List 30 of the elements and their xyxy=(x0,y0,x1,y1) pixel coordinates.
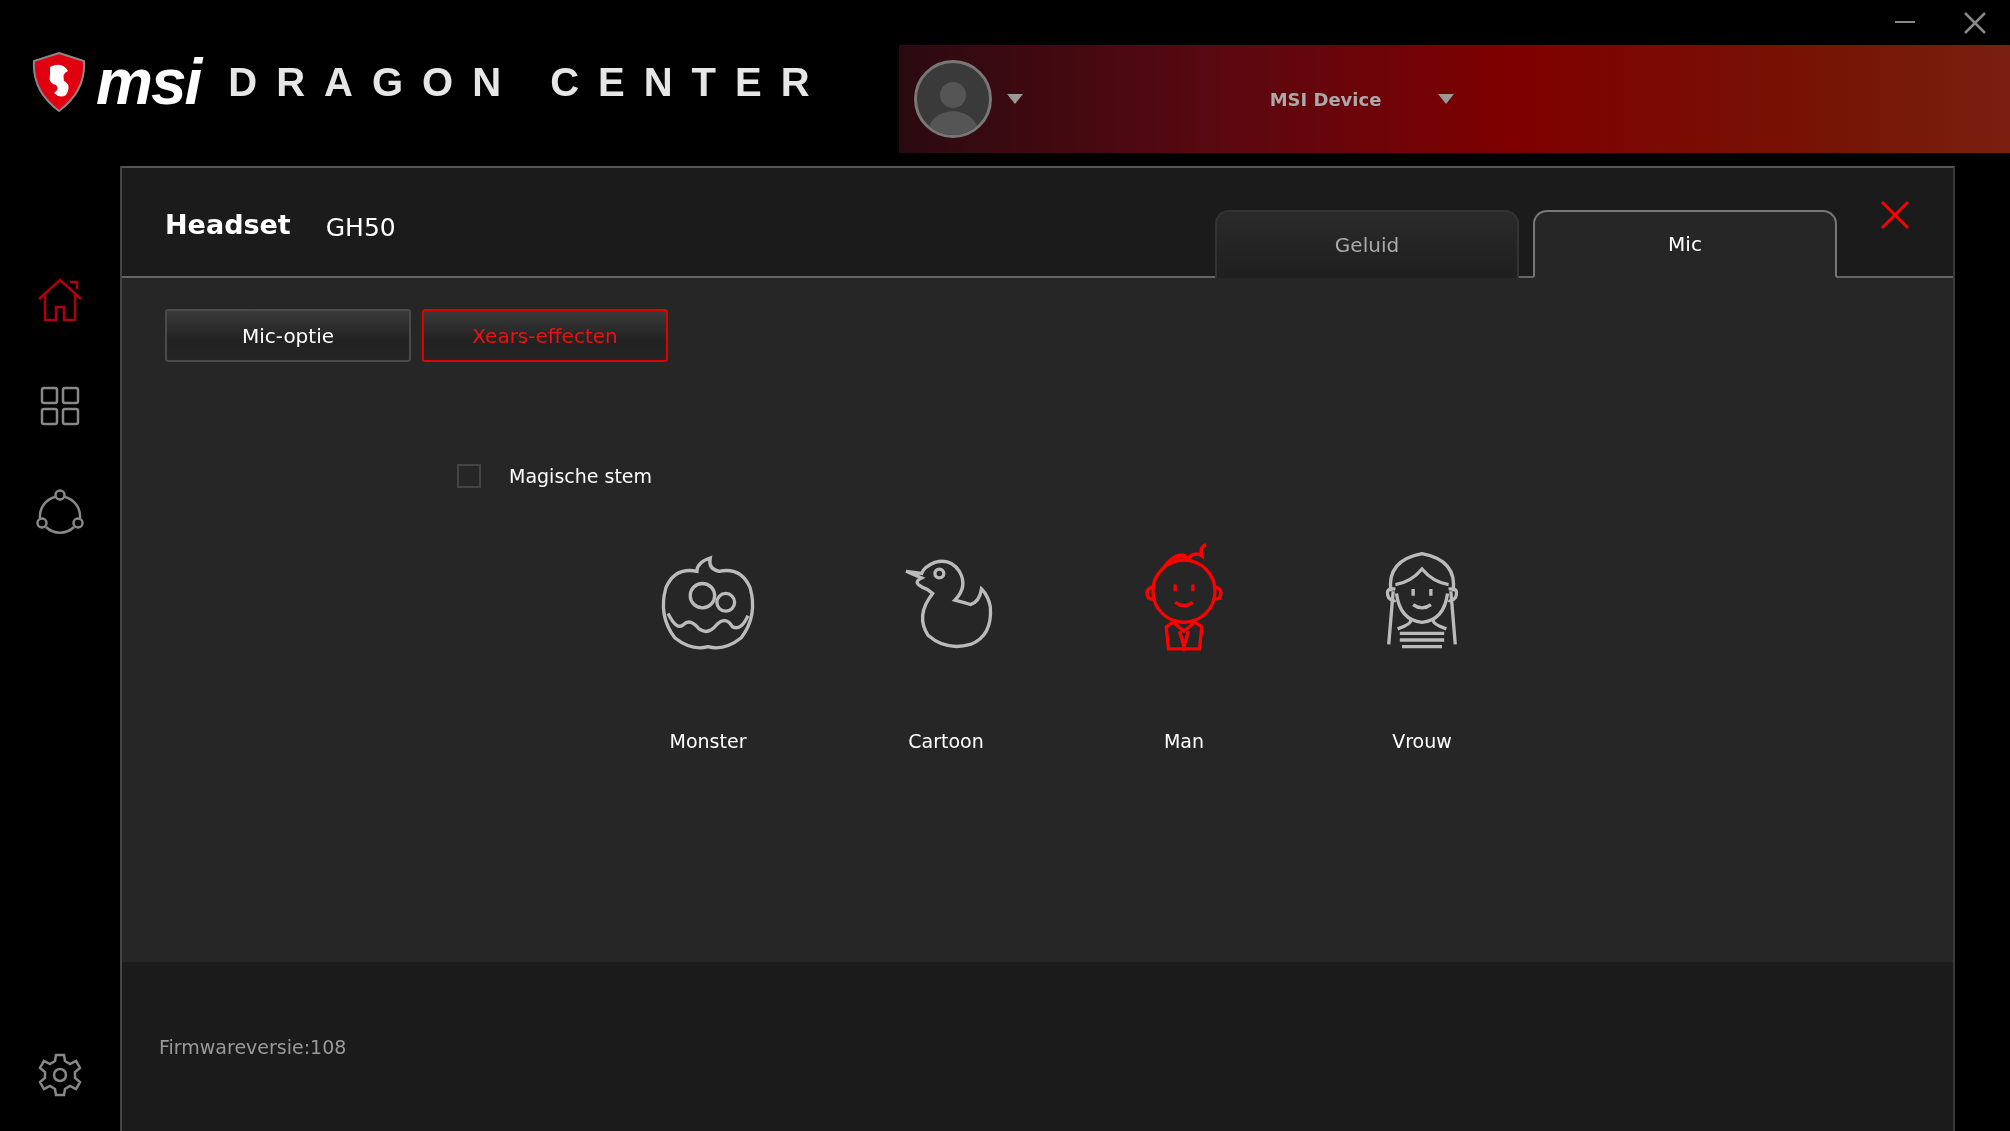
checkbox-label: Magische stem xyxy=(509,465,653,487)
close-icon xyxy=(1880,199,1910,230)
magic-voice-checkbox[interactable]: Magische stem xyxy=(457,464,653,488)
grid-icon xyxy=(40,386,80,426)
tab[interactable]: Geluid xyxy=(1215,210,1519,278)
effect-label: Monster xyxy=(669,730,747,752)
device-selector[interactable]: MSI Device xyxy=(1263,87,1388,111)
device-type: Headset xyxy=(165,209,291,240)
caret-icon[interactable] xyxy=(1437,93,1456,105)
share-icon xyxy=(36,489,84,535)
subtab-button[interactable]: Mic-optie xyxy=(165,309,411,362)
voice-effect-option[interactable]: Cartoon xyxy=(827,538,1065,752)
effect-label: Man xyxy=(1163,730,1205,752)
home-icon xyxy=(37,277,83,323)
caret-icon[interactable] xyxy=(1005,93,1024,105)
voice-effect-option[interactable]: Vrouw xyxy=(1303,538,1541,752)
voice-effect-option[interactable]: Man xyxy=(1065,538,1303,752)
firmware-version: Firmwareversie:108 xyxy=(159,1035,347,1058)
tab[interactable]: Mic xyxy=(1533,210,1837,278)
checkbox[interactable] xyxy=(457,464,481,488)
settings-icon xyxy=(37,1052,83,1098)
effect-label: Vrouw xyxy=(1392,730,1452,752)
effect-label: Cartoon xyxy=(908,730,984,752)
minimize-icon xyxy=(1895,21,1915,25)
dragon-shield-icon xyxy=(32,51,86,113)
device-model: GH50 xyxy=(325,213,396,242)
brand-logo-text: msi xyxy=(96,50,201,114)
voice-effect-option[interactable]: Monster xyxy=(589,538,827,752)
app-title: DRAGON CENTER xyxy=(228,62,829,102)
close-icon xyxy=(1964,12,1986,34)
